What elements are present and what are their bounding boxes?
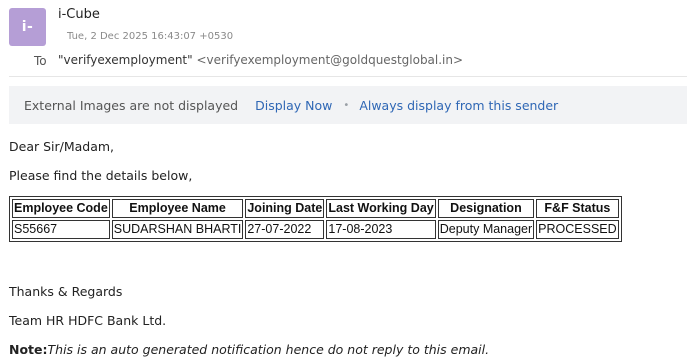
sign-off: Thanks & Regards [9, 284, 123, 299]
details-table: Employee Code Employee Name Joining Date… [9, 196, 622, 242]
greeting: Dear Sir/Madam, [9, 139, 115, 154]
sender-avatar: i- [9, 8, 46, 46]
auto-note: Note:This is an auto generated notificat… [9, 342, 489, 357]
col-designation: Designation [437, 199, 535, 218]
col-ff-status: F&F Status [536, 199, 619, 218]
cell-last-working-day: 17-08-2023 [326, 220, 436, 239]
note-label: Note: [9, 342, 48, 357]
col-last-working-day: Last Working Day [326, 199, 436, 218]
intro-text: Please find the details below, [9, 168, 193, 183]
sent-date: Tue, 2 Dec 2025 16:43:07 +0530 [67, 31, 234, 42]
header-divider [9, 76, 687, 77]
cell-employee-code: S55667 [12, 220, 110, 239]
always-display-link[interactable]: Always display from this sender [359, 98, 558, 113]
col-joining-date: Joining Date [245, 199, 325, 218]
recipient-address: <verifyexemployment@goldquestglobal.in> [196, 53, 464, 67]
table-header-row: Employee Code Employee Name Joining Date… [12, 199, 619, 218]
col-employee-code: Employee Code [12, 199, 110, 218]
separator-dot: • [343, 99, 350, 111]
cell-designation: Deputy Manager [437, 220, 535, 239]
external-images-bar: External Images are not displayed Displa… [9, 86, 687, 124]
note-text: This is an auto generated notification h… [47, 342, 490, 357]
recipient-name: "verifyexemployment" [58, 53, 193, 67]
table-row: S55667 SUDARSHAN BHARTI 27-07-2022 17-08… [12, 220, 619, 239]
display-now-link[interactable]: Display Now [255, 98, 332, 113]
email-header: i- i-Cube Tue, 2 Dec 2025 16:43:07 +0530… [0, 0, 687, 77]
details-table-wrap: Employee Code Employee Name Joining Date… [9, 196, 622, 242]
signature-team: Team HR HDFC Bank Ltd. [9, 313, 167, 328]
external-images-message: External Images are not displayed [24, 97, 239, 113]
recipient[interactable]: "verifyexemployment" <verifyexemployment… [58, 53, 463, 68]
cell-ff-status: PROCESSED [536, 220, 619, 239]
cell-joining-date: 27-07-2022 [245, 220, 325, 239]
to-label: To [34, 54, 47, 68]
sender-name[interactable]: i-Cube [58, 7, 100, 23]
cell-employee-name: SUDARSHAN BHARTI [111, 220, 244, 239]
col-employee-name: Employee Name [111, 199, 244, 218]
